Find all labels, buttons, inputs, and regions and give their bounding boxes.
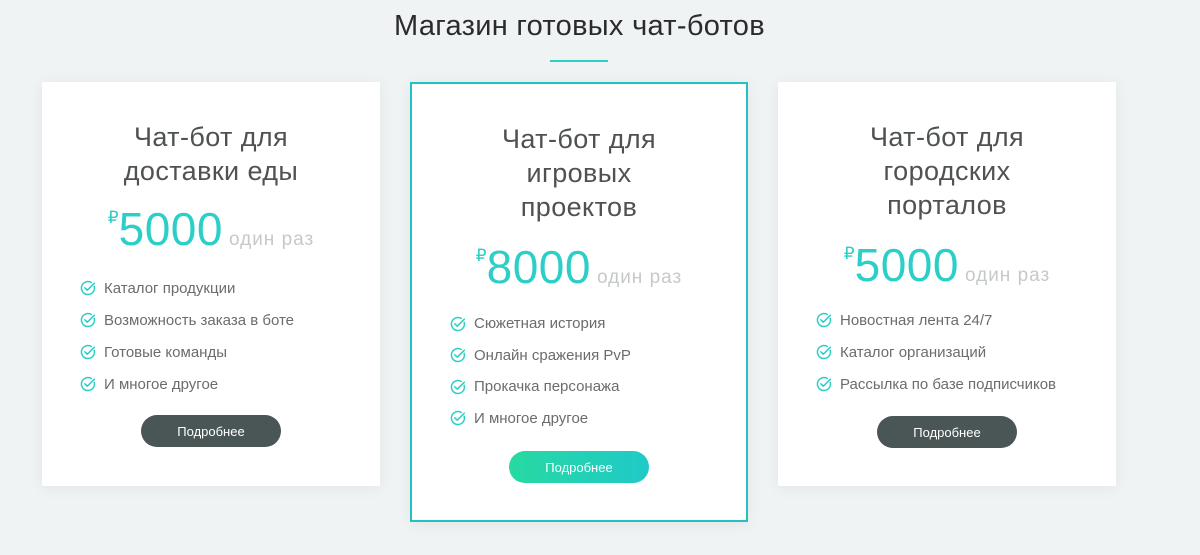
- feature-item: Возможность заказа в боте: [80, 304, 294, 336]
- check-circle-icon: [816, 344, 832, 360]
- check-circle-icon: [450, 316, 466, 331]
- section-title: Магазин готовых чат-ботов: [394, 10, 765, 42]
- card-title: Чат-бот для игровых проектов: [412, 122, 746, 224]
- feature-label: Каталог организаций: [840, 343, 987, 361]
- details-button[interactable]: Подробнее: [509, 451, 649, 483]
- card-title-line: Чат-бот для: [133, 122, 289, 152]
- price: ₽5000 один раз: [42, 202, 380, 256]
- pricing-card-food-delivery: Чат-бот для доставки еды ₽5000 один раз К…: [42, 82, 380, 486]
- feature-item: Каталог продукции: [80, 272, 294, 304]
- feature-label: И многое другое: [474, 409, 589, 427]
- details-button[interactable]: Подробнее: [141, 415, 281, 447]
- feature-label: Новостная лента 24/7: [840, 311, 993, 329]
- check-circle-icon: [80, 376, 96, 392]
- price-amount: 5000: [118, 203, 223, 255]
- feature-list: Новостная лента 24/7 Каталог организаций…: [816, 304, 1056, 400]
- price-amount: 5000: [854, 239, 959, 291]
- feature-item: Готовые команды: [80, 336, 294, 368]
- feature-label: Прокачка персонажа: [474, 378, 620, 396]
- check-circle-icon: [80, 312, 96, 328]
- card-title-line: городских: [883, 156, 1011, 186]
- feature-label: Каталог продукции: [104, 279, 236, 297]
- feature-list: Каталог продукции Возможность заказа в б…: [80, 272, 294, 400]
- feature-item: Прокачка персонажа: [450, 371, 631, 403]
- feature-label: Готовые команды: [104, 343, 227, 361]
- card-title-line: игровых: [526, 158, 632, 188]
- card-title: Чат-бот для доставки еды: [42, 120, 380, 188]
- feature-label: Сюжетная история: [474, 315, 606, 333]
- feature-item: Сюжетная история: [450, 308, 631, 340]
- feature-item: Рассылка по базе подписчиков: [816, 368, 1056, 400]
- price: ₽8000 один раз: [412, 240, 746, 294]
- currency-symbol: ₽: [843, 244, 855, 263]
- details-button[interactable]: Подробнее: [877, 416, 1017, 448]
- card-title-line: доставки еды: [123, 156, 299, 186]
- check-circle-icon: [816, 376, 832, 392]
- check-circle-icon: [80, 344, 96, 360]
- feature-item: И многое другое: [80, 368, 294, 400]
- card-title-line: проектов: [520, 192, 638, 222]
- feature-item: Новостная лента 24/7: [816, 304, 1056, 336]
- pricing-card-city-portals: Чат-бот для городских порталов ₽5000 один…: [778, 82, 1116, 486]
- feature-item: Каталог организаций: [816, 336, 1056, 368]
- check-circle-icon: [450, 379, 466, 394]
- check-circle-icon: [450, 411, 466, 426]
- price: ₽5000 один раз: [778, 238, 1116, 292]
- price-amount: 8000: [486, 241, 591, 293]
- currency-symbol: ₽: [107, 208, 119, 227]
- feature-label: Возможность заказа в боте: [104, 311, 295, 329]
- card-title-line: Чат-бот для: [501, 124, 657, 154]
- feature-label: Онлайн сражения PvP: [474, 346, 631, 364]
- feature-label: И многое другое: [104, 375, 219, 393]
- feature-item: И многое другое: [450, 403, 631, 435]
- pricing-card-gaming: Чат-бот для игровых проектов ₽8000 один р…: [410, 82, 748, 522]
- feature-label: Рассылка по базе подписчиков: [840, 375, 1057, 393]
- title-underline: [550, 60, 608, 62]
- feature-item: Онлайн сражения PvP: [450, 340, 631, 372]
- price-period: один раз: [228, 229, 315, 250]
- price-period: один раз: [596, 267, 683, 288]
- price-period: один раз: [964, 265, 1051, 286]
- card-title-line: Чат-бот для: [869, 122, 1025, 152]
- check-circle-icon: [80, 280, 96, 296]
- card-title-line: порталов: [887, 190, 1007, 220]
- card-title: Чат-бот для городских порталов: [778, 120, 1116, 222]
- currency-symbol: ₽: [475, 246, 487, 265]
- feature-list: Сюжетная история Онлайн сражения PvP Про…: [450, 308, 631, 434]
- check-circle-icon: [450, 348, 466, 363]
- check-circle-icon: [816, 312, 832, 328]
